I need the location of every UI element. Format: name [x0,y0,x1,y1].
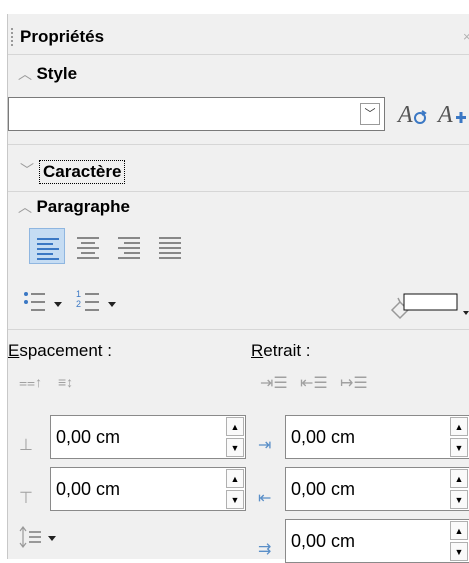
first-line-indent-value: 0,00 cm [291,531,356,551]
spin-buttons: ▲ ▼ [450,417,468,457]
paragraphe-section-header[interactable]: ︿ Paragraphe [18,197,130,217]
svg-text:A: A [436,102,453,128]
before-text-indent-icon: ⇥ [258,437,272,454]
decrease-indent-icon[interactable]: ⇤☰ [300,373,328,393]
chevron-down-icon: ﹀ [20,162,34,178]
after-indent-value: 0,00 cm [291,479,356,499]
paragraph-background-color-button[interactable] [388,292,469,322]
spin-buttons: ▲ ▼ [226,417,244,457]
close-icon[interactable]: × [463,29,469,44]
below-spacing-value: 0,00 cm [56,479,121,499]
svg-text:2: 2 [76,299,81,309]
increase-indent-icon[interactable]: ⇥☰ [260,373,288,393]
divider [8,144,469,145]
spin-down-button[interactable]: ▼ [226,490,244,509]
after-text-indent-icon: ⇤ [258,490,272,507]
numbered-list-icon: 1 2 [76,289,116,311]
new-style-button[interactable]: A [436,98,468,128]
below-paragraph-spacing-icon: ⊤ [19,490,33,507]
chevron-down-icon[interactable]: ﹀ [360,103,380,125]
align-center-button[interactable] [70,228,106,264]
before-indent-value: 0,00 cm [291,427,356,447]
spin-up-button[interactable]: ▲ [226,469,244,488]
divider [8,54,469,55]
above-paragraph-spacing-icon: ⊥ [19,437,33,454]
svg-text:1: 1 [76,289,81,299]
decrease-spacing-icon[interactable]: ≡↕ [58,374,73,390]
spin-up-button[interactable]: ▲ [450,521,468,540]
spin-down-button[interactable]: ▼ [450,542,468,561]
before-indent-spinbox[interactable]: 0,00 cm ▲ ▼ [285,415,469,459]
justify-icon [159,237,181,262]
bullet-list-icon [24,292,62,311]
style-section-label: Style [36,64,78,83]
update-style-button[interactable]: A [396,98,428,128]
spin-down-button[interactable]: ▼ [450,438,468,457]
style-combobox[interactable]: ﹀ [8,97,385,131]
after-indent-spinbox[interactable]: 0,00 cm ▲ ▼ [285,467,469,511]
align-center-icon [77,237,99,262]
first-line-indent-icon: ⇉ [258,541,272,558]
above-spacing-value: 0,00 cm [56,427,121,447]
spin-buttons: ▲ ▼ [450,521,468,561]
align-right-icon [118,237,140,262]
justify-button[interactable] [152,228,188,264]
chevron-up-icon: ︿ [18,66,32,82]
spin-buttons: ▲ ▼ [450,469,468,509]
divider [8,191,469,192]
spin-down-button[interactable]: ▼ [450,490,468,509]
svg-text:A: A [396,102,413,128]
spin-up-button[interactable]: ▲ [450,469,468,488]
caractere-section-header[interactable]: Caractère [39,160,126,184]
properties-panel: Propriétés × ︿ Style ﹀ A A ﹀ Caractère ︿… [7,14,469,563]
spin-up-button[interactable]: ▲ [226,417,244,436]
spin-down-button[interactable]: ▼ [226,438,244,457]
align-right-button[interactable] [111,228,147,264]
drag-handle[interactable] [11,28,15,46]
indent-label: Retrait : [251,341,311,360]
fill-bucket-icon [390,293,469,320]
spin-up-button[interactable]: ▲ [450,417,468,436]
first-line-indent-spinbox[interactable]: 0,00 cm ▲ ▼ [285,519,469,563]
align-left-button[interactable] [29,228,65,264]
new-style-icon: A [436,102,466,128]
paragraphe-section-label: Paragraphe [36,197,130,216]
line-spacing-button[interactable] [19,525,69,549]
spin-buttons: ▲ ▼ [226,469,244,509]
below-spacing-spinbox[interactable]: 0,00 cm ▲ ▼ [50,467,246,511]
align-left-icon [37,238,59,263]
divider [8,329,469,330]
spacing-label: Espacement : [8,341,112,360]
hanging-indent-icon[interactable]: ↦☰ [340,373,368,393]
above-spacing-spinbox[interactable]: 0,00 cm ▲ ▼ [50,415,246,459]
line-spacing-icon [19,526,56,548]
update-style-icon: A [396,102,427,128]
chevron-up-icon: ︿ [18,199,32,215]
panel-title: Propriétés [20,27,105,46]
bullet-list-button[interactable] [22,288,74,316]
increase-spacing-icon[interactable]: ⩵↑ [19,374,42,391]
numbered-list-button[interactable]: 1 2 [76,288,128,316]
style-section-header[interactable]: ︿ Style [18,64,77,84]
